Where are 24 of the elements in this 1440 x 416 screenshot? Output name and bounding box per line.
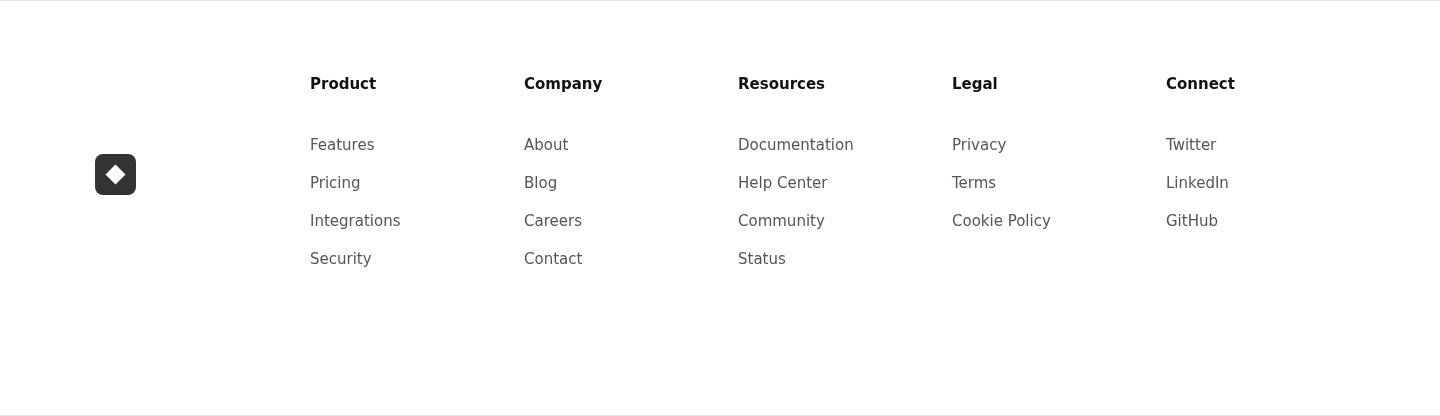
logo-icon[interactable]	[95, 154, 136, 195]
footer-link[interactable]: Community	[738, 209, 825, 233]
column-heading: Legal	[952, 74, 998, 95]
footer-link[interactable]: About	[524, 133, 569, 157]
footer-link[interactable]: LinkedIn	[1166, 171, 1229, 195]
footer-link[interactable]: Contact	[524, 247, 583, 271]
footer-link[interactable]: Terms	[952, 171, 997, 195]
footer-link[interactable]: Documentation	[738, 133, 854, 157]
footer-link[interactable]: Status	[738, 247, 786, 271]
column-heading: Company	[524, 74, 603, 95]
footer-link[interactable]: GitHub	[1166, 209, 1218, 233]
footer-link[interactable]: Blog	[524, 171, 558, 195]
column-heading: Resources	[738, 74, 826, 95]
footer-link[interactable]: Integrations	[310, 209, 401, 233]
footer-link[interactable]: Careers	[524, 209, 582, 233]
footer-link[interactable]: Privacy	[952, 133, 1007, 157]
footer-link[interactable]: Security	[310, 247, 372, 271]
footer-link[interactable]: Features	[310, 133, 375, 157]
column-heading: Product	[310, 74, 377, 95]
footer-link[interactable]: Cookie Policy	[952, 209, 1051, 233]
column-heading: Connect	[1166, 74, 1235, 95]
footer-link[interactable]: Twitter	[1166, 133, 1217, 157]
footer-link[interactable]: Help Center	[738, 171, 828, 195]
footer-link[interactable]: Pricing	[310, 171, 361, 195]
